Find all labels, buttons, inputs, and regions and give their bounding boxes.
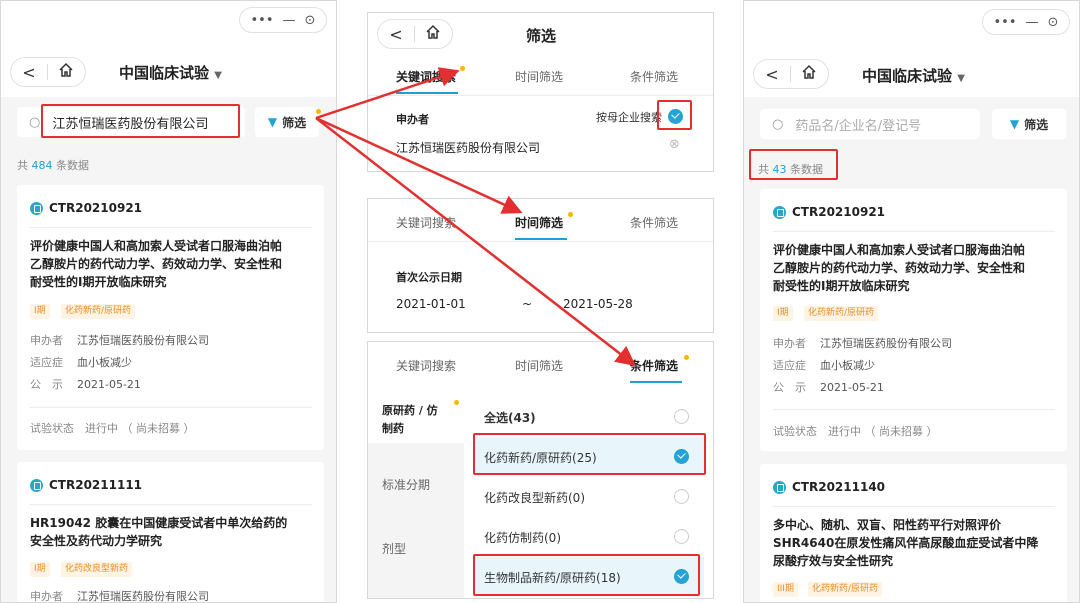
- arrow-to-condition: [315, 117, 636, 367]
- arrow-to-keyword: [315, 67, 460, 120]
- annotation-arrows: [315, 67, 636, 367]
